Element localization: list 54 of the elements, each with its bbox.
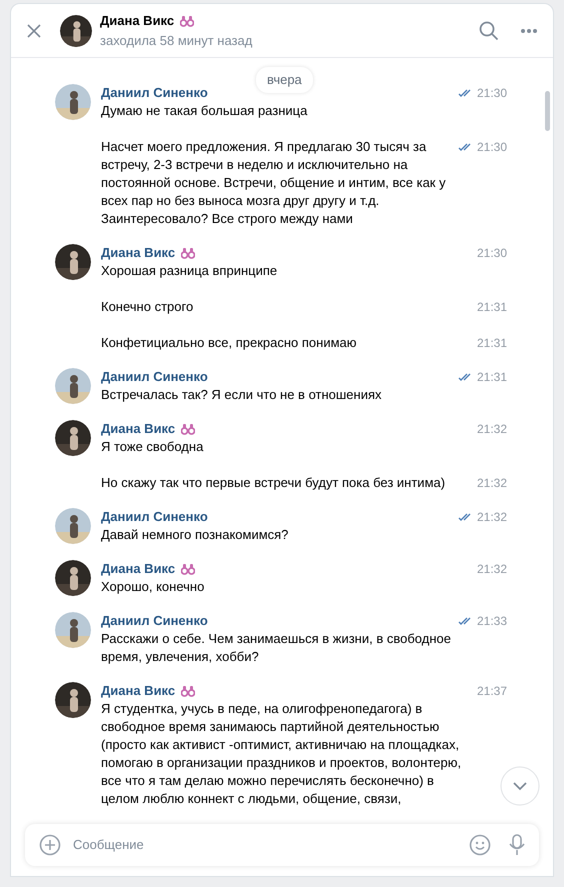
message-text: Конфетициально все, прекрасно понимаю [101, 334, 357, 352]
scrollbar[interactable] [545, 91, 550, 131]
avatar [55, 368, 91, 404]
message-time: 21:32 [476, 561, 507, 578]
message-time: 21:32 [476, 421, 507, 438]
smile-icon[interactable] [469, 834, 491, 856]
message-text: Думаю не такая большая разница [101, 102, 308, 120]
message-text: Расскажи о себе. Чем занимаешься в жизни, в свободное время, увлечения, хобби? [101, 630, 452, 666]
message-text: Встречалась так? Я если что не в отношениях [101, 386, 382, 404]
binoculars-icon [180, 14, 194, 27]
microphone-icon[interactable] [509, 834, 525, 856]
message-text: Но скажу так что первые встречи будут пока без интима) [101, 474, 446, 492]
sender-name[interactable]: Диана Викс [101, 681, 176, 701]
message-time: 21:31 [476, 335, 507, 352]
last-seen-status: заходила 58 минут назад [100, 32, 254, 50]
message-time: 21:37 [476, 683, 507, 700]
sender-name[interactable]: Даниил Синенко [101, 507, 208, 527]
sender-name[interactable]: Даниил Синенко [101, 367, 208, 387]
message-time: 21:32 [476, 509, 507, 526]
message-time: 21:30 [476, 139, 507, 156]
message-text: Я тоже свободна [101, 438, 204, 456]
close-icon[interactable] [27, 24, 41, 38]
contact-name: Диана Викс [100, 12, 174, 30]
sender-name[interactable]: Даниил Синенко [101, 611, 208, 631]
sender-name[interactable]: Диана Викс [101, 419, 176, 439]
avatar [55, 420, 91, 456]
avatar [60, 14, 92, 46]
message-text: Я студентка, учусь в педе, на олигофренопедагога) в свободное время занимаюсь партийной деятельностью (просто как активист -оптимист, активничаю на площадках, помогаю в организации праздников и проектов, волонтерю, все что я там делаю можно перечислять бесконечно) в целом люблю коннект с людьми, общение, связи, [101, 700, 462, 808]
plus-icon[interactable] [39, 834, 61, 856]
message-time: 21:32 [476, 475, 507, 492]
message-time: 21:33 [476, 613, 507, 630]
avatar [55, 84, 91, 120]
message-time: 21:30 [476, 85, 507, 102]
avatar [55, 612, 91, 648]
message-text: Давай немного познакомимся? [101, 526, 288, 544]
avatar [55, 244, 91, 280]
message-text: Конечно строго [101, 298, 194, 316]
message-time: 21:30 [476, 245, 507, 262]
message-field[interactable]: Сообщение [73, 835, 469, 855]
date-label: вчера [256, 67, 313, 92]
sender-name[interactable]: Даниил Синенко [101, 83, 208, 103]
message-time: 21:31 [476, 369, 507, 386]
scroll-down-icon[interactable] [500, 766, 540, 806]
message-text: Хорошо, конечно [101, 578, 204, 596]
message-time: 21:31 [476, 299, 507, 316]
message-text: Хорошая разница впринципе [101, 262, 278, 280]
sender-name[interactable]: Диана Викс [101, 243, 176, 263]
search-icon[interactable] [479, 20, 499, 40]
message-text: Насчет моего предложения. Я предлагаю 30 тысяч за встречу, 2-3 встречи в неделю и исключительно на постоянной основе. Встречи, общение и интим, все как у всех пар но без выноса мозга друг другу и т.д. Заинтересовало? Все строго между нами [101, 138, 447, 228]
avatar [55, 560, 91, 596]
avatar [55, 508, 91, 544]
sender-name[interactable]: Диана Викс [101, 559, 176, 579]
more-icon[interactable] [520, 28, 538, 34]
avatar [55, 682, 91, 718]
